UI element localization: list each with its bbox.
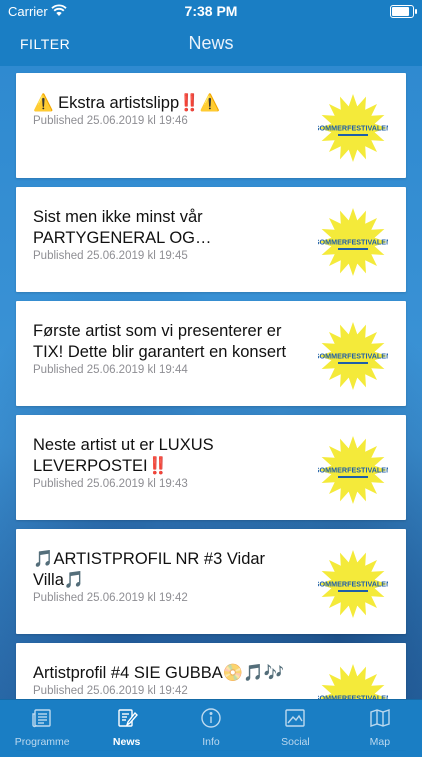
news-published-date: Published 25.06.2019 kl 19:42 bbox=[33, 592, 188, 604]
logo-text: SOMMERFESTIVALEN bbox=[318, 124, 388, 133]
tab-label: Programme bbox=[14, 736, 70, 748]
tab-map[interactable]: Map bbox=[338, 700, 422, 750]
news-card[interactable]: Neste artist ut er LUXUS LEVERPOSTEI‼️ P… bbox=[16, 415, 406, 520]
map-icon bbox=[370, 709, 390, 727]
news-published-date: Published 25.06.2019 kl 19:43 bbox=[33, 478, 188, 490]
news-card[interactable]: 🎵ARTISTPROFIL NR #3 Vidar Villa🎵 Publish… bbox=[16, 529, 406, 634]
tab-news[interactable]: News bbox=[84, 700, 168, 750]
newspaper-icon bbox=[32, 709, 51, 728]
news-published-date: Published 25.06.2019 kl 19:46 bbox=[33, 115, 188, 127]
festival-logo-icon: SOMMERFESTIVALEN bbox=[318, 322, 388, 390]
news-published-date: Published 25.06.2019 kl 19:44 bbox=[33, 364, 188, 376]
battery-icon bbox=[390, 5, 417, 18]
tab-info[interactable]: Info bbox=[169, 700, 253, 750]
news-headline: Sist men ikke minst vår PARTYGENERAL OG … bbox=[33, 208, 203, 247]
festival-logo-icon: SOMMERFESTIVALEN bbox=[318, 436, 388, 504]
tab-label: Map bbox=[369, 736, 391, 748]
news-feed: ⚠️ Ekstra artistslipp‼️⚠️ Published 25.0… bbox=[16, 73, 406, 757]
tab-label: News bbox=[112, 736, 141, 748]
news-card[interactable]: Sist men ikke minst vår PARTYGENERAL OG … bbox=[16, 187, 406, 292]
edit-note-icon bbox=[117, 709, 138, 727]
tab-social[interactable]: Social bbox=[253, 700, 337, 750]
festival-logo-icon: SOMMERFESTIVALEN bbox=[318, 550, 388, 618]
status-bar: Carrier 7:38 PM bbox=[0, 0, 422, 22]
image-icon bbox=[285, 709, 306, 727]
news-headline: Artistprofil #4 SIE GUBBA📀🎵🎶 bbox=[33, 664, 285, 682]
festival-logo-icon: SOMMERFESTIVALEN bbox=[318, 94, 388, 162]
logo-text: SOMMERFESTIVALEN bbox=[318, 352, 388, 361]
news-card[interactable]: Første artist som vi presenterer er TIX!… bbox=[16, 301, 406, 406]
news-headline: Første artist som vi presenterer er TIX!… bbox=[33, 322, 287, 361]
festival-logo-icon: SOMMERFESTIVALEN bbox=[318, 208, 388, 276]
navigation-bar: FILTER News bbox=[0, 22, 422, 66]
clock: 7:38 PM bbox=[184, 3, 238, 19]
news-card[interactable]: ⚠️ Ekstra artistslipp‼️⚠️ Published 25.0… bbox=[16, 73, 406, 178]
news-headline: 🎵ARTISTPROFIL NR #3 Vidar Villa🎵 bbox=[33, 550, 266, 589]
news-published-date: Published 25.06.2019 kl 19:45 bbox=[33, 250, 188, 262]
news-headline: ⚠️ Ekstra artistslipp‼️⚠️ bbox=[33, 94, 221, 112]
tab-programme[interactable]: Programme bbox=[0, 700, 84, 750]
page-title: News bbox=[188, 33, 234, 53]
news-published-date: Published 25.06.2019 kl 19:42 bbox=[33, 685, 188, 697]
tab-label: Info bbox=[202, 736, 220, 748]
tab-bar: Programme News Info Social Map bbox=[0, 699, 422, 750]
tab-label: Social bbox=[281, 736, 310, 748]
logo-text: SOMMERFESTIVALEN bbox=[318, 238, 388, 247]
logo-text: SOMMERFESTIVALEN bbox=[318, 466, 388, 475]
logo-text: SOMMERFESTIVALEN bbox=[318, 580, 388, 589]
news-headline: Neste artist ut er LUXUS LEVERPOSTEI‼️ bbox=[33, 436, 214, 475]
info-icon bbox=[201, 708, 221, 728]
